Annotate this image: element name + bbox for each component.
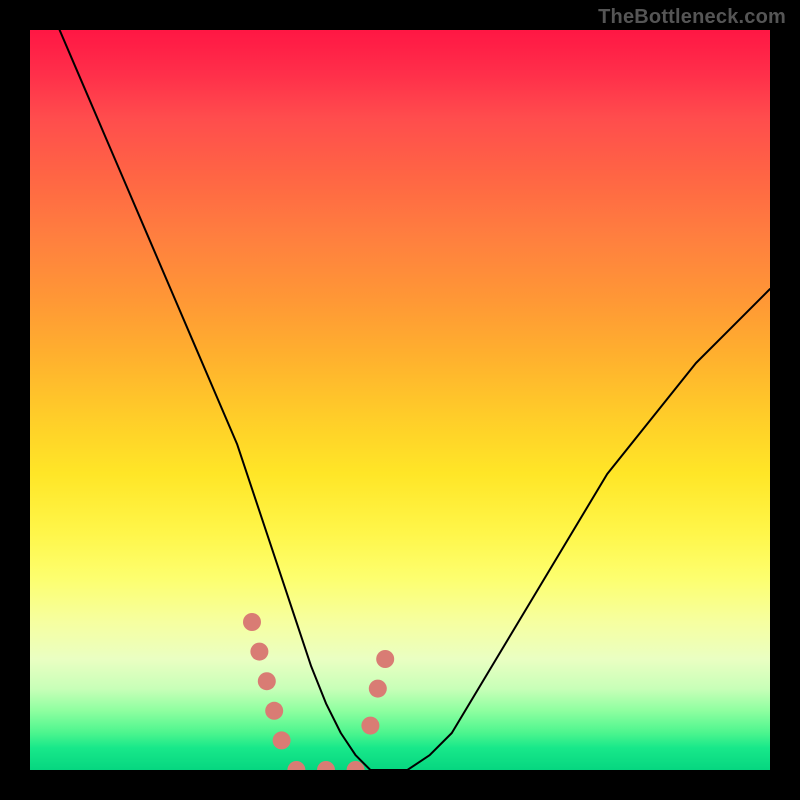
bottleneck-curve xyxy=(60,30,770,770)
marker-dot xyxy=(250,643,268,661)
plot-area xyxy=(30,30,770,770)
curve-layer xyxy=(30,30,770,770)
watermark-text: TheBottleneck.com xyxy=(598,6,786,29)
marker-dot xyxy=(287,761,305,770)
chart-frame: TheBottleneck.com xyxy=(0,0,800,800)
marker-dot xyxy=(265,702,283,720)
marker-dot xyxy=(369,680,387,698)
curve-markers xyxy=(243,613,394,770)
curve-path xyxy=(60,30,770,770)
marker-dot xyxy=(258,672,276,690)
marker-dot xyxy=(361,717,379,735)
marker-dot xyxy=(317,761,335,770)
marker-dot xyxy=(273,731,291,749)
marker-dot xyxy=(243,613,261,631)
marker-dot xyxy=(376,650,394,668)
